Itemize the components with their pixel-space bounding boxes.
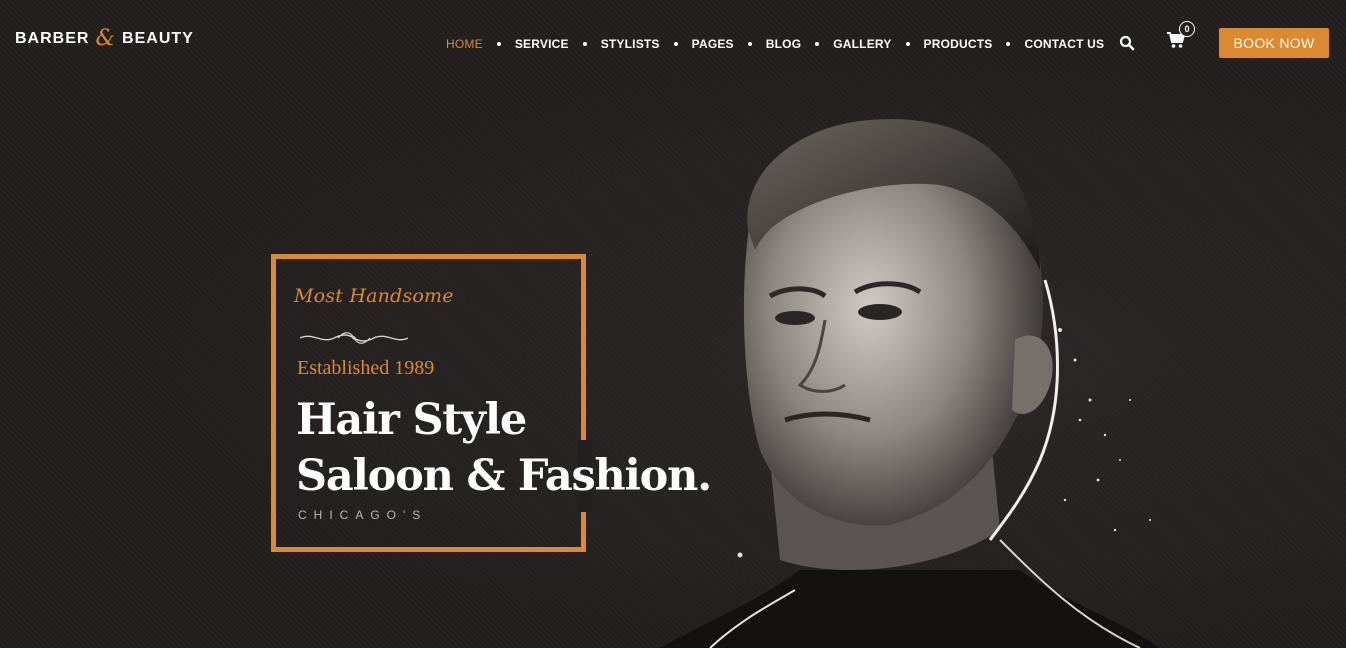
nav-item-home[interactable]: HOME — [446, 37, 483, 51]
nav-separator — [496, 42, 501, 46]
nav-item-blog[interactable]: BLOG — [766, 37, 801, 51]
city-subtitle: CHICAGO'S — [298, 508, 428, 522]
headline-line-1: Hair Style — [296, 395, 527, 445]
nav-separator — [815, 42, 820, 46]
cart-count-badge: 0 — [1179, 21, 1195, 37]
nav-item-gallery[interactable]: GALLERY — [833, 37, 891, 51]
hero-headline: Hair Style Saloon & Fashion. — [296, 392, 712, 504]
book-now-button[interactable]: BOOK NOW — [1219, 28, 1329, 58]
nav-separator — [582, 42, 587, 46]
established-text: Established 1989 — [297, 357, 435, 379]
logo-text-right: BEAUTY — [122, 30, 194, 47]
hero-portrait-image — [660, 119, 1160, 648]
logo-ampersand: & — [95, 26, 117, 51]
nav-separator — [747, 42, 752, 46]
nav-item-service[interactable]: SERVICE — [515, 37, 569, 51]
logo-text-left: BARBER — [15, 30, 90, 47]
flourish-ornament — [299, 332, 409, 344]
brand-logo[interactable]: BARBER & BEAUTY — [15, 26, 194, 51]
hero-script-text: Most Handsome — [294, 285, 454, 307]
nav-separator — [905, 42, 910, 46]
site-header: BARBER & BEAUTY HOME SERVICE STYLISTS PA… — [0, 0, 1346, 88]
main-nav: HOME SERVICE STYLISTS PAGES BLOG GALLERY… — [446, 37, 1104, 51]
nav-item-stylists[interactable]: STYLISTS — [601, 37, 660, 51]
cart-button[interactable]: 0 — [1166, 21, 1195, 53]
nav-item-products[interactable]: PRODUCTS — [924, 37, 993, 51]
nav-item-pages[interactable]: PAGES — [692, 37, 734, 51]
nav-separator — [673, 42, 678, 46]
search-icon[interactable] — [1119, 35, 1135, 51]
nav-separator — [1006, 42, 1011, 46]
headline-line-2: Saloon & Fashion. — [296, 451, 712, 501]
nav-item-contact-us[interactable]: CONTACT US — [1024, 37, 1104, 51]
